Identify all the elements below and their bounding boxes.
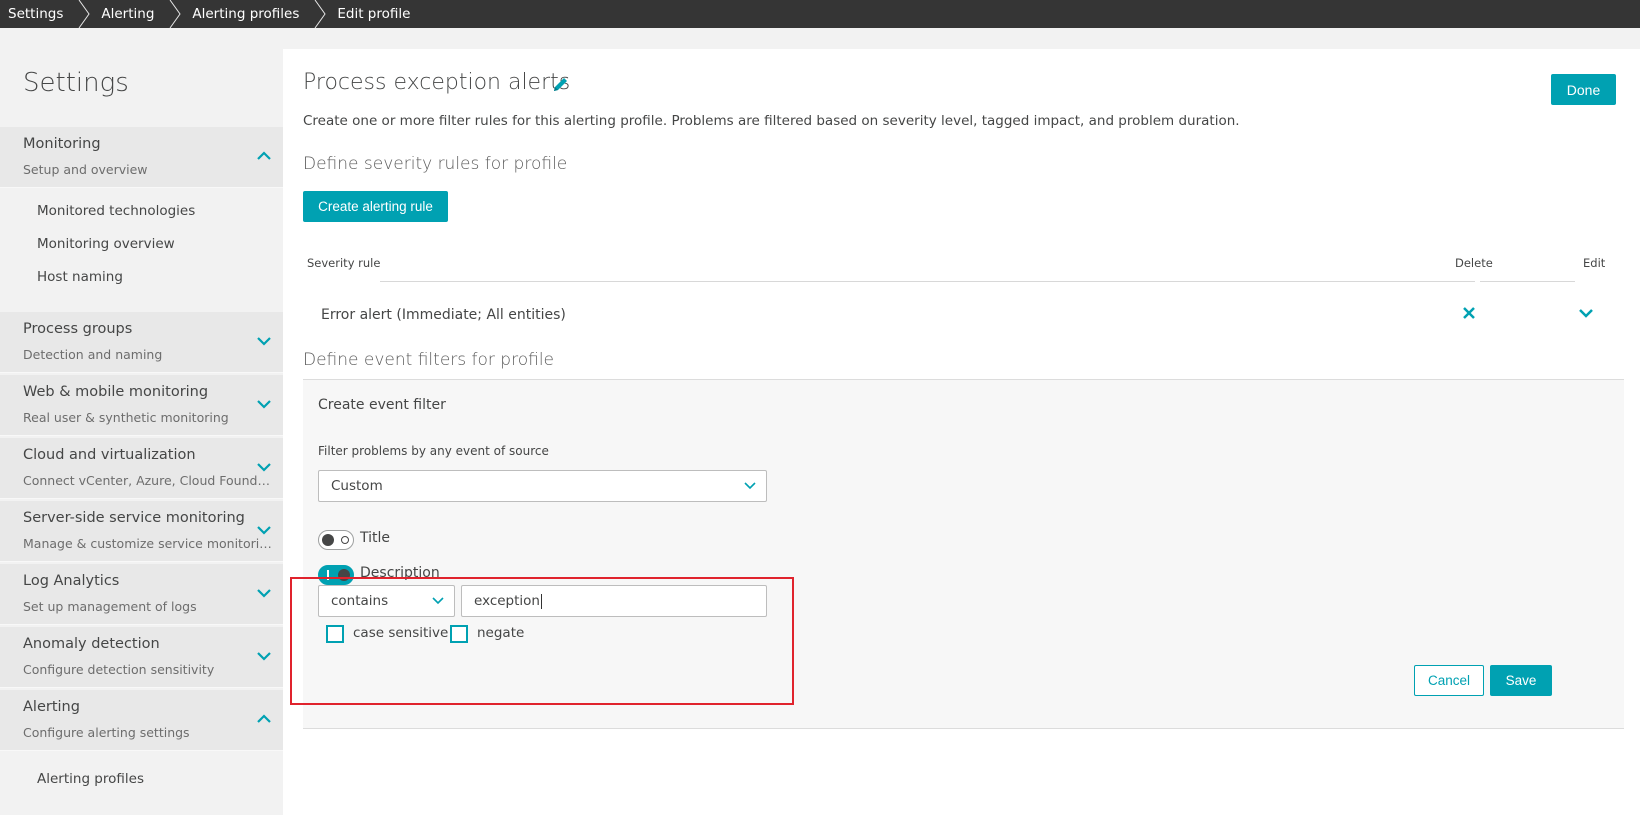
sidebar-section-server-side[interactable]: Server-side service monitoring Manage & …	[0, 501, 283, 562]
chevron-down-icon	[432, 597, 444, 605]
toggle-knob	[338, 569, 350, 581]
sidebar-section-cloud[interactable]: Cloud and virtualization Connect vCenter…	[0, 438, 283, 499]
section-name: Cloud and virtualization	[23, 447, 196, 463]
section-subtitle: Detection and naming	[23, 347, 163, 362]
section-name: Monitoring	[23, 136, 101, 152]
sidebar-item-host-naming[interactable]: Host naming	[37, 269, 123, 285]
chevron-up-icon[interactable]	[255, 147, 273, 165]
header-divider	[380, 281, 1475, 282]
toggle-off-mark	[341, 536, 349, 544]
source-label: Filter problems by any event of source	[318, 444, 549, 458]
sidebar-section-alerting[interactable]: Alerting Configure alerting settings	[0, 690, 283, 751]
breadcrumb-alerting[interactable]: Alerting	[85, 0, 182, 28]
sidebar-section-process-groups[interactable]: Process groups Detection and naming	[0, 312, 283, 373]
event-filter-panel: Create event filter Filter problems by a…	[303, 379, 1624, 729]
page-title: Process exception alerts	[303, 70, 571, 95]
negate-label: negate	[477, 625, 525, 641]
section-subtitle: Set up management of logs	[23, 599, 197, 614]
delete-x-icon[interactable]	[1461, 305, 1477, 321]
breadcrumb-alerting-profiles[interactable]: Alerting profiles	[176, 0, 326, 28]
chevron-down-icon[interactable]	[255, 521, 273, 539]
chevron-up-icon[interactable]	[255, 710, 273, 728]
main-content: Process exception alerts Done Create one…	[283, 49, 1640, 815]
description-toggle[interactable]	[318, 565, 354, 585]
case-sensitive-label: case sensitive	[353, 625, 449, 641]
column-header-severity-rule: Severity rule	[307, 256, 381, 270]
breadcrumb-edit-profile: Edit profile	[321, 0, 432, 28]
description-toggle-label: Description	[360, 565, 440, 581]
column-header-delete: Delete	[1455, 256, 1493, 270]
section-subtitle: Manage & customize service monitoring	[23, 536, 273, 551]
settings-sidebar: Settings Monitoring Setup and overview M…	[0, 28, 283, 815]
breadcrumb-label: Edit profile	[337, 6, 411, 22]
sidebar-section-monitoring[interactable]: Monitoring Setup and overview	[0, 127, 283, 188]
chevron-down-icon[interactable]	[255, 458, 273, 476]
chevron-down-icon[interactable]	[1577, 305, 1595, 321]
event-filters-heading: Define event filters for profile	[303, 350, 554, 370]
chevron-down-icon[interactable]	[255, 647, 273, 665]
sidebar-section-web-mobile[interactable]: Web & mobile monitoring Real user & synt…	[0, 375, 283, 436]
case-sensitive-checkbox[interactable]	[326, 625, 344, 643]
severity-rules-heading: Define severity rules for profile	[303, 154, 568, 174]
operator-select[interactable]: contains	[318, 585, 455, 617]
sidebar-section-log-analytics[interactable]: Log Analytics Set up management of logs	[0, 564, 283, 625]
text-cursor	[540, 593, 542, 609]
source-select[interactable]: Custom	[318, 470, 767, 502]
breadcrumb: Settings Alerting Alerting profiles Edit…	[0, 0, 1640, 28]
chevron-down-icon[interactable]	[255, 395, 273, 413]
section-name: Alerting	[23, 699, 80, 715]
section-name: Anomaly detection	[23, 636, 160, 652]
breadcrumb-separator-icon	[169, 0, 182, 28]
section-name: Server-side service monitoring	[23, 510, 245, 526]
breadcrumb-separator-icon	[78, 0, 90, 28]
description-text-value: exception	[474, 593, 540, 609]
sidebar-title: Settings	[23, 68, 129, 98]
sidebar-section-anomaly-detection[interactable]: Anomaly detection Configure detection se…	[0, 627, 283, 688]
section-subtitle: Connect vCenter, Azure, Cloud Foundry o…	[23, 473, 273, 488]
breadcrumb-settings[interactable]: Settings	[0, 0, 90, 28]
severity-rule-row: Error alert (Immediate; All entities)	[321, 307, 566, 323]
toggle-on-mark	[327, 570, 329, 580]
sidebar-item-monitoring-overview[interactable]: Monitoring overview	[37, 236, 175, 252]
breadcrumb-label: Alerting profiles	[192, 6, 300, 22]
header-divider	[1495, 281, 1575, 282]
save-button[interactable]: Save	[1490, 665, 1552, 696]
sidebar-item-alerting-profiles[interactable]: Alerting profiles	[37, 771, 144, 787]
column-header-edit: Edit	[1583, 256, 1606, 270]
sidebar-item-monitored-technologies[interactable]: Monitored technologies	[37, 203, 195, 219]
title-toggle-label: Title	[360, 530, 391, 546]
operator-select-value: contains	[331, 593, 389, 609]
breadcrumb-label: Alerting	[101, 6, 155, 22]
section-name: Log Analytics	[23, 573, 120, 589]
section-subtitle: Configure alerting settings	[23, 725, 190, 740]
breadcrumb-separator-icon	[314, 0, 326, 28]
section-subtitle: Setup and overview	[23, 162, 148, 177]
section-subtitle: Configure detection sensitivity	[23, 662, 215, 677]
event-filter-title: Create event filter	[318, 397, 446, 413]
description-text-input[interactable]: exception	[461, 585, 767, 617]
create-alerting-rule-button[interactable]: Create alerting rule	[303, 191, 448, 222]
chevron-down-icon[interactable]	[255, 584, 273, 602]
negate-checkbox[interactable]	[450, 625, 468, 643]
section-name: Web & mobile monitoring	[23, 384, 209, 400]
page-description: Create one or more filter rules for this…	[303, 113, 1240, 129]
cancel-button[interactable]: Cancel	[1414, 665, 1484, 696]
chevron-down-icon[interactable]	[255, 332, 273, 350]
section-name: Process groups	[23, 321, 133, 337]
toggle-knob	[322, 534, 334, 546]
title-toggle[interactable]	[318, 530, 354, 550]
breadcrumb-label: Settings	[8, 6, 64, 22]
section-subtitle: Real user & synthetic monitoring	[23, 410, 229, 425]
source-select-value: Custom	[331, 478, 383, 494]
pencil-edit-icon[interactable]	[551, 76, 569, 94]
done-button[interactable]: Done	[1551, 74, 1616, 105]
chevron-down-icon	[744, 482, 756, 490]
